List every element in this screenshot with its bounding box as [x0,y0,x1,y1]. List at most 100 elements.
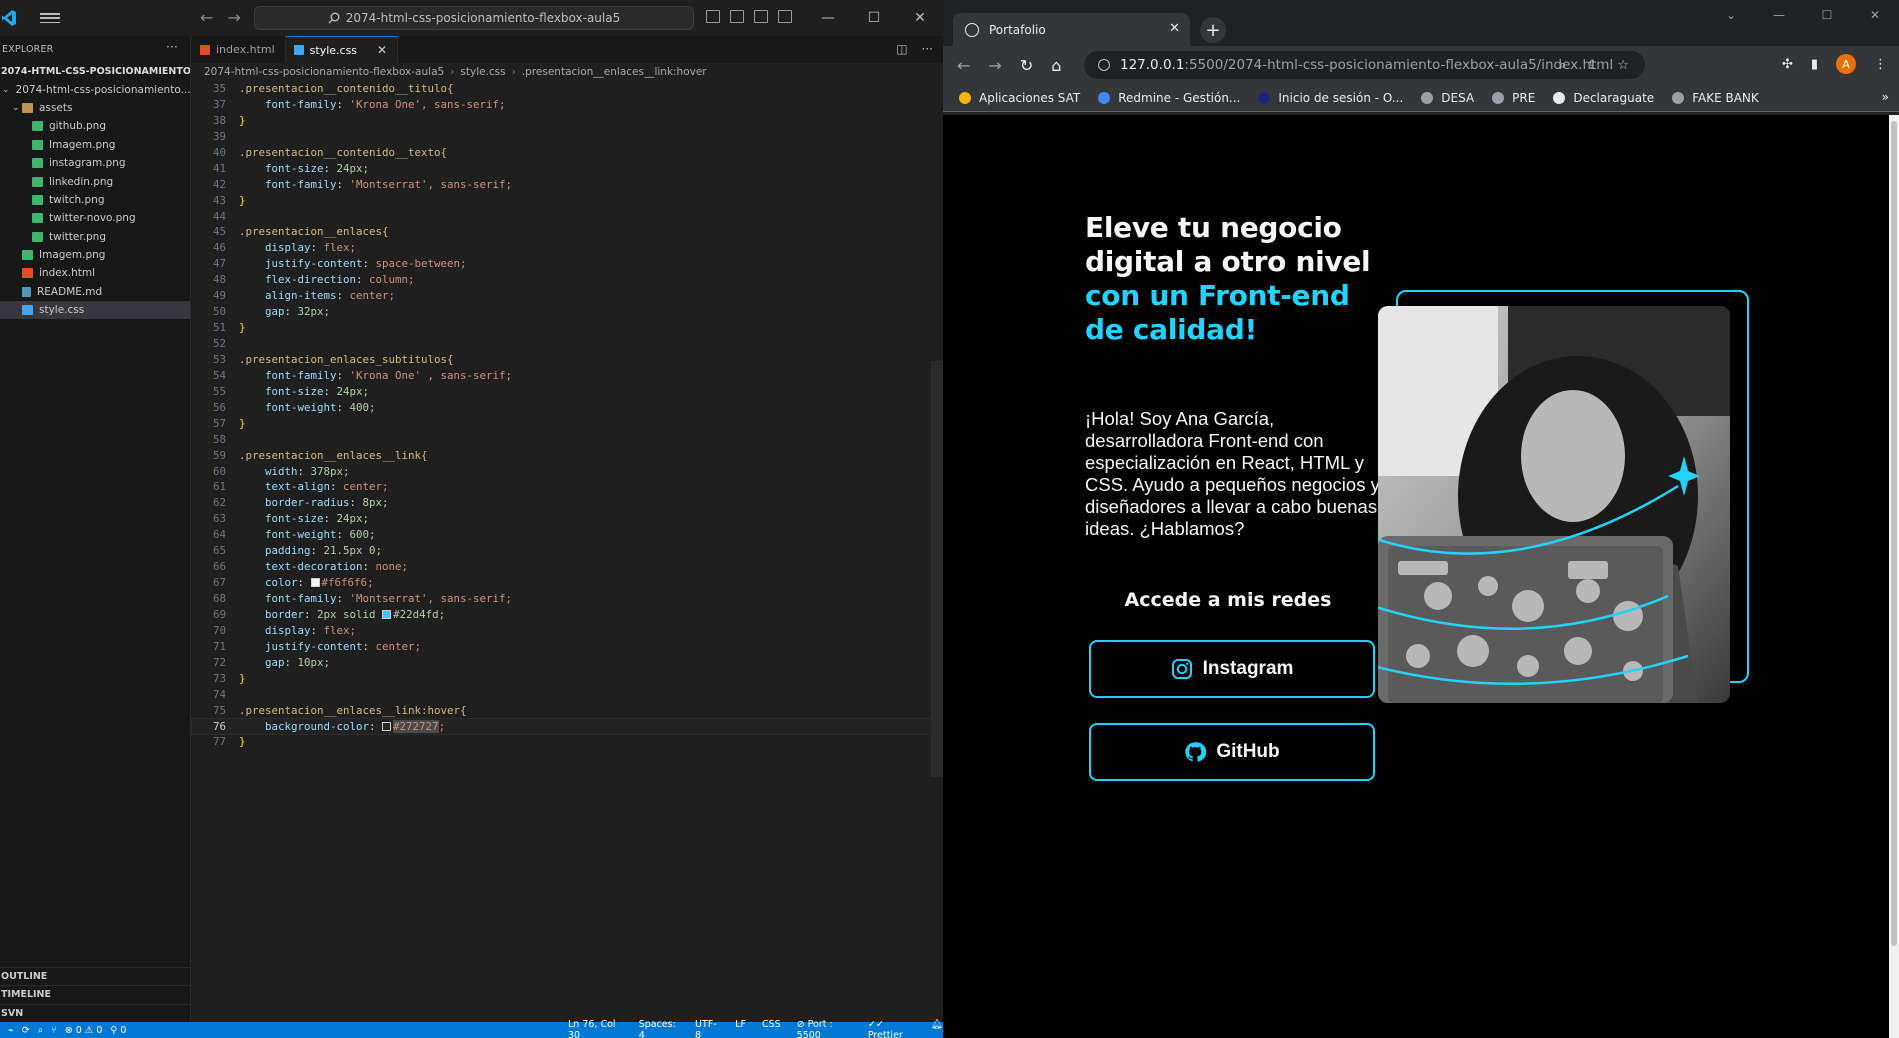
minimize-icon[interactable]: — [805,0,851,36]
toggle-secondary-sidebar-icon[interactable] [754,10,768,23]
tab-search-chevron-icon[interactable]: ⌄ [1707,0,1755,30]
ports-indicator[interactable]: ⚲ 0 [110,1025,126,1036]
bookmark-item[interactable]: Aplicaciones SAT [959,91,1080,105]
tree-item[interactable]: instagram.png [0,154,190,172]
breadcrumb-file[interactable]: style.css [460,66,505,78]
live-server-port[interactable]: ⊘ Port : 5500 [797,1019,852,1038]
tree-item[interactable]: twitch.png [0,191,190,209]
tree-item[interactable]: ⌄ 2074-html-css-posicionamiento... [0,80,190,98]
bookmark-label: Declaraguate [1573,90,1655,105]
reload-icon[interactable]: ↻ [1020,56,1033,75]
chrome-menu-icon[interactable]: ⋮ [1874,57,1887,72]
hamburger-menu-icon[interactable] [40,11,60,25]
tree-item[interactable]: Imagem.png [0,136,190,154]
bookmark-item[interactable]: FAKE BANK [1672,91,1759,105]
toggle-panel-icon[interactable] [730,10,744,23]
close-icon[interactable]: ✕ [897,0,943,36]
share-icon[interactable]: ⇪ [1586,58,1597,73]
color-swatch[interactable] [382,609,392,619]
code-editor[interactable]: 35 .presentacion__contenido__titulo{37 fo… [191,81,943,750]
zoom-search-icon[interactable]: ⌕ [1559,58,1566,73]
language-mode[interactable]: CSS [762,1019,781,1038]
cursor-position[interactable]: Ln 76, Col 30 [568,1019,623,1038]
more-bookmarks-icon[interactable]: » [1882,90,1889,104]
editor-scrollbar[interactable] [931,361,943,777]
close-tab-icon[interactable]: ✕ [1169,21,1180,36]
instagram-link-button[interactable]: Instagram [1089,640,1375,698]
bookmark-item[interactable]: PRE [1492,91,1535,105]
maximize-icon[interactable]: ☐ [851,0,897,36]
back-arrow-icon[interactable]: ← [200,8,213,27]
browser-tab[interactable]: Portafolio ✕ [953,13,1190,46]
tree-item[interactable]: ⌄ assets [0,99,190,117]
url-path: :5500/2074-html-css-posicionamiento-flex… [1184,57,1614,73]
address-bar[interactable]: 127.0.0.1:5500/2074-html-css-posicionami… [1084,51,1645,79]
more-actions-icon[interactable]: ··· [166,40,178,54]
code-line: 58 [192,432,943,448]
svn-panel[interactable]: SVN [0,1003,191,1023]
tree-item[interactable]: Imagem.png [0,246,190,264]
forward-arrow-icon[interactable]: → [227,8,240,27]
bookmark-item[interactable]: Inicio de sesión - O... [1258,91,1403,105]
profile-photo [1378,306,1730,703]
css-property: gap [265,305,285,319]
timeline-panel[interactable]: TIMELINE [0,985,191,1004]
site-info-icon[interactable] [1098,59,1110,71]
tree-item-label: Imagem.png [39,249,106,262]
code-text: font-family: 'Montserrat', sans-serif; [265,592,513,605]
search-icon[interactable]: ⌕ [38,1025,43,1036]
encoding[interactable]: UTF-8 [695,1019,719,1038]
bookmark-item[interactable]: Redmine - Gestión... [1098,91,1240,105]
breadcrumb-folder[interactable]: 2074-html-css-posicionamiento-flexbox-au… [204,66,444,78]
more-actions-icon[interactable]: ··· [922,42,933,56]
breadcrumb-symbol[interactable]: .presentacion__enlaces__link:hover [522,66,707,78]
forward-arrow-icon[interactable]: → [988,56,1001,75]
customize-layout-icon[interactable] [778,10,792,23]
notifications-bell-icon[interactable]: 🔔︎ [931,1019,943,1038]
tab-index-html[interactable]: index.html [192,36,286,63]
end-of-line[interactable]: LF [735,1019,746,1038]
vscode-window: ← → 2074-html-css-posicionamiento-flexbo… [0,0,943,1038]
color-swatch[interactable] [310,578,320,588]
prettier-status[interactable]: ✓✓ Prettier [868,1019,915,1038]
bookmark-item[interactable]: Declaraguate [1553,91,1654,105]
tab-style-css[interactable]: style.css ✕ [285,36,399,63]
scrollbar-thumb[interactable] [1891,121,1897,946]
tree-item[interactable]: style.css [0,301,190,320]
home-icon[interactable]: ⌂ [1051,56,1061,75]
problems-indicator[interactable]: ⊗ 0 ⚠ 0 [65,1025,103,1036]
css-property: gap [265,655,285,669]
close-tab-icon[interactable]: ✕ [377,43,387,57]
bookmark-item[interactable]: DESA [1421,91,1474,105]
profile-avatar[interactable]: A [1836,54,1856,74]
outline-panel[interactable]: OUTLINE [0,966,191,986]
tree-item[interactable]: twitter.png [0,228,190,246]
css-value: center; [349,289,396,303]
tree-item[interactable]: github.png [0,117,190,135]
color-swatch[interactable] [382,721,392,731]
tree-item[interactable]: linkedin.png [0,172,190,190]
command-center-search[interactable]: 2074-html-css-posicionamiento-flexbox-au… [254,6,694,30]
split-editor-icon[interactable]: ◫ [896,42,907,56]
tree-item[interactable]: README.md [0,283,190,301]
github-link-button[interactable]: GitHub [1089,723,1375,781]
workspace-root[interactable]: 2074-HTML-CSS-POSICIONAMIENTO-FLE... [0,62,190,80]
back-arrow-icon[interactable]: ← [957,56,970,75]
sync-icon[interactable]: ⟳ [22,1025,30,1036]
remote-icon[interactable]: ⌁ [8,1025,14,1036]
page-scrollbar[interactable] [1889,115,1899,1038]
extensions-puzzle-icon[interactable]: ✣ [1782,57,1793,72]
code-text: width: 378px; [265,464,350,478]
maximize-icon[interactable]: ☐ [1803,0,1851,30]
tree-item[interactable]: twitter-novo.png [0,209,190,227]
indentation[interactable]: Spaces: 4 [639,1019,679,1038]
side-panel-icon[interactable]: ▮ [1811,57,1818,72]
line-number: 39 [212,129,226,143]
close-icon[interactable]: ✕ [1851,0,1899,30]
bookmark-star-icon[interactable]: ☆ [1617,58,1629,73]
toggle-primary-sidebar-icon[interactable] [706,10,720,23]
tree-item[interactable]: index.html [0,264,190,282]
source-control-icon[interactable]: ⑂ [51,1025,57,1036]
minimize-icon[interactable]: — [1755,0,1803,30]
new-tab-button[interactable]: + [1200,17,1226,43]
